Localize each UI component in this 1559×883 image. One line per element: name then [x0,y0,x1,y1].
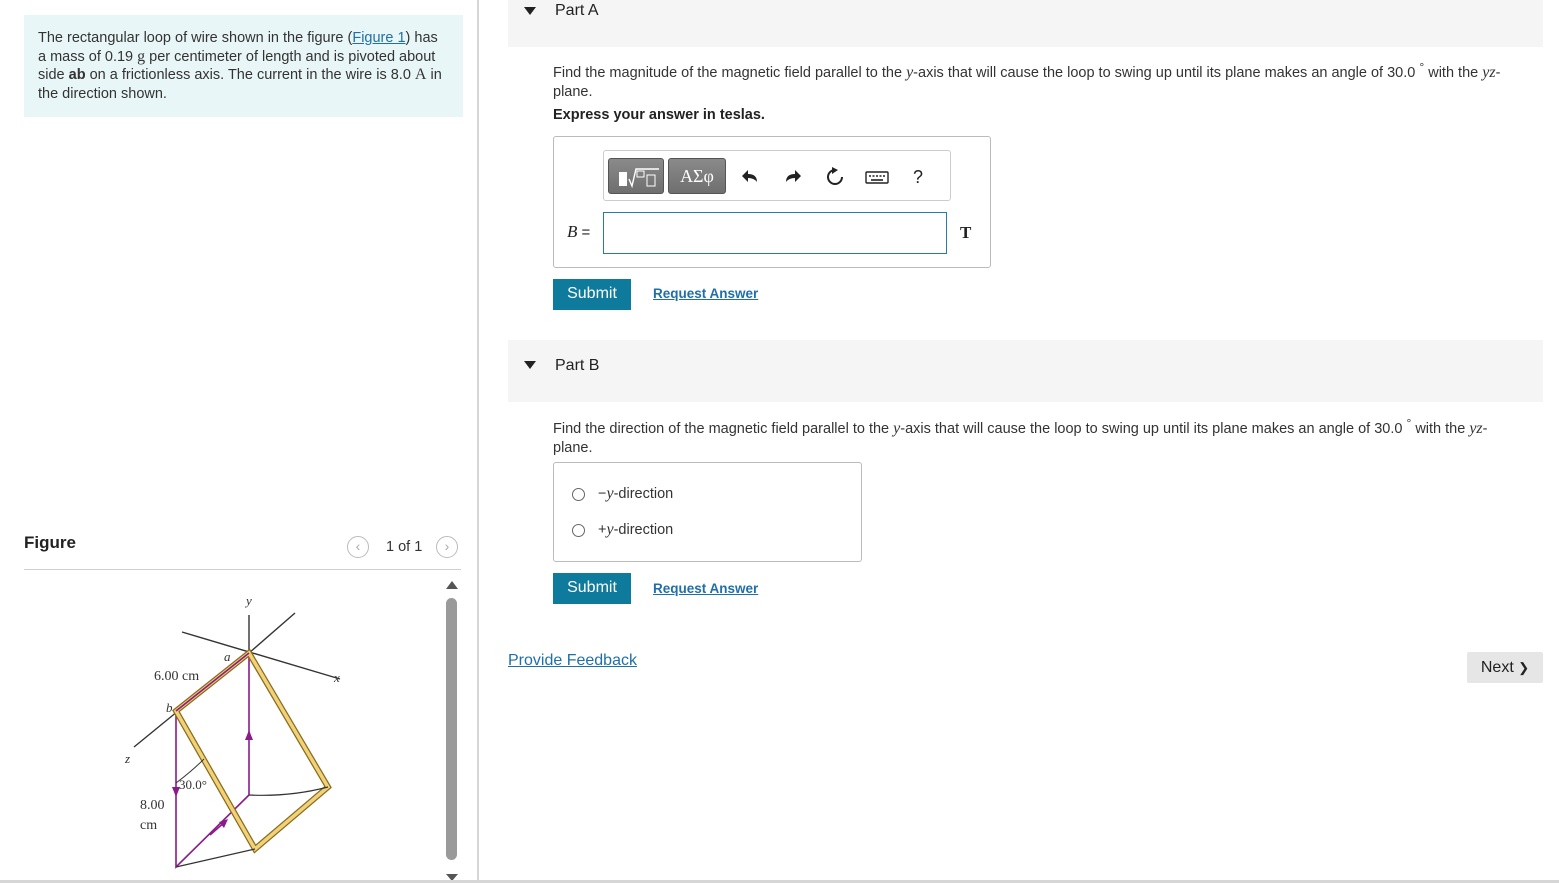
direction-text: -direction [613,486,674,502]
chevron-right-icon: ❯ [1518,660,1530,675]
part-b-title: Part B [555,357,600,374]
greek-symbols-button[interactable]: ΑΣφ [668,158,726,194]
previous-figure-button[interactable]: ‹ [347,536,369,558]
answer-input[interactable] [603,212,947,254]
question-text: with the [1411,420,1470,437]
y-variable: y [606,485,614,502]
z-axis-label: z [124,751,130,766]
current-arrow-up [245,730,253,740]
next-button[interactable]: Next ❯ [1467,652,1543,683]
question-text: -axis that will cause the loop to swing … [900,420,1407,437]
part-a-header[interactable] [508,0,1543,47]
part-a-submit-button[interactable]: Submit [553,279,631,310]
choice-plus-y-label[interactable]: +y-direction [598,521,673,539]
reset-icon[interactable] [824,166,846,188]
fraction-sqrt-icon [619,168,659,189]
answer-instruction: Express your answer in teslas. [553,107,765,123]
variable-b: B [567,222,578,241]
chevron-left-icon: ‹ [355,538,361,554]
swing-arc-bottom [175,848,256,868]
panel-divider [477,0,479,883]
y-axis-label: y [244,593,252,608]
question-text: plane. [553,439,593,456]
height-unit-label: cm [140,818,157,833]
direction-choices [553,462,862,562]
question-text: with the [1424,64,1483,81]
answer-variable-label: B = [567,222,590,242]
yz-variable: yz [1482,63,1496,81]
help-button[interactable]: ? [907,166,929,188]
question-text: Find the direction of the magnetic field… [553,420,894,437]
figure-divider [24,569,461,570]
angle-label: 30.0° [179,777,207,792]
y-variable: y [606,521,614,538]
answer-unit: T [960,223,972,242]
yz-variable: yz [1469,419,1483,437]
height-label: 8.00 [140,798,165,813]
question-text: plane. [553,83,593,100]
x-axis-label: x [333,670,340,685]
point-b-label: b [166,700,173,715]
chevron-right-icon: › [444,538,450,554]
caret-down-icon[interactable] [524,7,536,15]
part-b-question: Find the direction of the magnetic field… [553,414,1528,458]
unit-amperes: A [414,66,427,83]
scrollbar-thumb[interactable] [446,598,457,860]
equals-sign: = [577,224,591,241]
provide-feedback-link[interactable]: Provide Feedback [508,652,637,670]
unit-grams: g [137,47,146,65]
part-b-header[interactable] [508,340,1543,402]
radio-plus-y[interactable] [572,524,585,537]
templates-button[interactable] [608,158,664,194]
problem-statement: The rectangular loop of wire shown in th… [24,15,463,117]
redo-icon[interactable] [782,166,804,188]
scroll-up-icon[interactable] [445,580,459,590]
direction-text: -direction [613,522,674,538]
figure-pager: 1 of 1 [386,539,423,555]
part-b-request-answer-link[interactable]: Request Answer [653,581,758,596]
point-a-label: a [224,649,231,664]
loop-figure: y x z a b 6.00 cm 30.0° 8.00 cm [124,593,341,869]
part-a-request-answer-link[interactable]: Request Answer [653,286,758,301]
part-b-submit-button[interactable]: Submit [553,573,631,604]
problem-text: on a frictionless axis. The current in t… [85,67,415,83]
width-label: 6.00 cm [154,669,199,684]
figure-link[interactable]: Figure 1 [352,30,405,46]
question-text: - [1482,420,1488,437]
figure-title: Figure [24,533,76,552]
question-text: Find the magnitude of the magnetic field… [553,64,907,81]
undo-icon[interactable] [739,166,761,188]
keyboard-icon[interactable] [865,166,889,188]
problem-text: The rectangular loop of wire shown in th… [38,30,353,46]
axle-line [248,612,296,654]
choice-minus-y-label[interactable]: −y-direction [598,485,673,503]
next-figure-button[interactable]: › [436,536,458,558]
side-ab: ab [68,67,86,83]
radio-minus-y[interactable] [572,488,585,501]
question-text: - [1495,64,1501,81]
question-text: -axis that will cause the loop to swing … [913,64,1420,81]
part-a-question: Find the magnitude of the magnetic field… [553,58,1528,102]
next-label: Next [1480,659,1514,676]
part-a-title: Part A [555,2,599,19]
caret-down-icon[interactable] [524,361,536,369]
